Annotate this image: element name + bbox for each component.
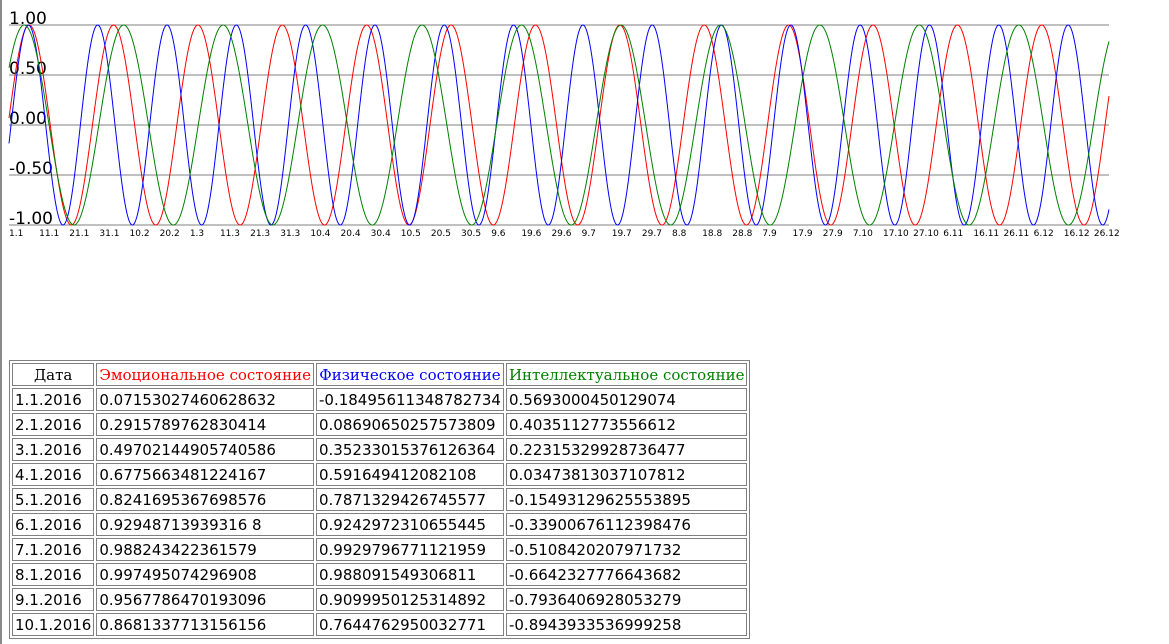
- x-tick-label: 21.3: [250, 229, 270, 239]
- table-row: 7.1.2016 0.988243422361579 0.9929796771121…: [12, 538, 748, 561]
- x-tick-label: 30.5: [461, 229, 481, 239]
- table-row: 2.1.2016 0.2915789762830414 0.086906502575…: [12, 413, 748, 436]
- x-tick-label: 20.2: [160, 229, 180, 239]
- header-intellectual: Интеллектуальное состояние: [505, 363, 748, 386]
- x-tick-label: 10.2: [130, 229, 150, 239]
- cell-date: 1.1.2016: [12, 388, 95, 411]
- x-tick-label: 18.8: [702, 229, 722, 239]
- cell-date: 5.1.2016: [12, 488, 95, 511]
- x-tick-label: 31.1: [99, 229, 119, 239]
- x-tick-label: 28.8: [732, 229, 752, 239]
- y-tick-label: 0.00: [9, 109, 47, 129]
- table-row: 3.1.2016 0.49702144905740586 0.35233015376…: [12, 438, 748, 461]
- x-tick-label: 6.12: [1034, 229, 1054, 239]
- cell-intellectual: -0.5108420207971732: [505, 538, 748, 561]
- x-tick-label: 9.7: [582, 229, 596, 239]
- x-tick-label: 10.4: [310, 229, 330, 239]
- cell-date: 9.1.2016: [12, 588, 95, 611]
- cell-physical: 0.08690650257573809: [316, 413, 504, 436]
- x-tick-label: 16.11: [973, 229, 999, 239]
- cell-intellectual: 0.4035112773556612: [505, 413, 748, 436]
- cell-physical: 0.7871329426745577: [316, 488, 504, 511]
- y-tick-label: -1.00: [9, 209, 53, 229]
- cell-date: 8.1.2016: [12, 563, 95, 586]
- x-tick-label: 11.1: [39, 229, 59, 239]
- x-tick-label: 7.10: [853, 229, 873, 239]
- x-tick-label: 30.4: [371, 229, 391, 239]
- x-tick-label: 20.4: [341, 229, 361, 239]
- x-tick-label: 20.5: [431, 229, 451, 239]
- cell-emotional: 0.8241695367698576: [96, 488, 314, 511]
- cell-date: 7.1.2016: [12, 538, 95, 561]
- cell-intellectual: -0.6642327776643682: [505, 563, 748, 586]
- x-tick-label: 27.9: [823, 229, 843, 239]
- table-row: 8.1.2016 0.997495074296908 0.9880915493068…: [12, 563, 748, 586]
- table-row: 1.1.2016 0.07153027460628632 -0.1849561134…: [12, 388, 748, 411]
- cell-emotional: 0.988243422361579: [96, 538, 314, 561]
- x-tick-label: 10.5: [401, 229, 421, 239]
- cell-emotional: 0.07153027460628632: [96, 388, 314, 411]
- x-tick-label: 29.6: [551, 229, 571, 239]
- cell-emotional: 0.8681337713156156: [96, 613, 314, 636]
- header-date: Дата: [12, 363, 95, 386]
- table-header-row: Дата Эмоциональное состояние Физическое …: [12, 363, 748, 386]
- x-tick-label: 29.7: [642, 229, 662, 239]
- x-tick-label: 16.12: [1064, 229, 1090, 239]
- cell-emotional: 0.49702144905740586: [96, 438, 314, 461]
- cell-date: 10.1.2016: [12, 613, 95, 636]
- x-tick-label: 9.6: [491, 229, 506, 239]
- cell-intellectual: 0.22315329928736477: [505, 438, 748, 461]
- cell-physical: 0.591649412082108: [316, 463, 504, 486]
- cell-intellectual: -0.7936406928053279: [505, 588, 748, 611]
- table-row: 9.1.2016 0.9567786470193096 0.909995012531…: [12, 588, 748, 611]
- x-tick-label: 19.7: [612, 229, 632, 239]
- cell-intellectual: -0.8943933536999258: [505, 613, 748, 636]
- cell-intellectual: 0.5693000450129074: [505, 388, 748, 411]
- header-emotional: Эмоциональное состояние: [96, 363, 314, 386]
- cell-emotional: 0.2915789762830414: [96, 413, 314, 436]
- x-tick-label: 8.8: [672, 229, 687, 239]
- x-tick-label: 26.11: [1004, 229, 1030, 239]
- cell-intellectual: -0.15493129625553895: [505, 488, 748, 511]
- cell-intellectual: 0.03473813037107812: [505, 463, 748, 486]
- table-row: 10.1.2016 0.8681337713156156 0.76447629500…: [12, 613, 748, 636]
- biorhythm-chart: 1.000.500.00-0.50-1.001.1 11.1 21.1 31.1 10.…: [8, 9, 1120, 239]
- table-row: 6.1.2016 0.92948713939316 8 0.924297231065…: [12, 513, 748, 536]
- cell-emotional: 0.997495074296908: [96, 563, 314, 586]
- cell-date: 2.1.2016: [12, 413, 95, 436]
- cell-physical: 0.9099950125314892: [316, 588, 504, 611]
- cell-date: 4.1.2016: [12, 463, 95, 486]
- biorhythm-table: Дата Эмоциональное состояние Физическое …: [9, 360, 751, 639]
- x-tick-label: 31.3: [280, 229, 300, 239]
- x-tick-label: 6.11: [943, 229, 963, 239]
- cell-physical: 0.9242972310655445: [316, 513, 504, 536]
- cell-emotional: 0.92948713939316 8: [96, 513, 314, 536]
- x-tick-label: 19.6: [521, 229, 541, 239]
- cell-emotional: 0.9567786470193096: [96, 588, 314, 611]
- cell-emotional: 0.6775663481224167: [96, 463, 314, 486]
- x-tick-label: 21.1: [69, 229, 89, 239]
- y-tick-label: -0.50: [9, 159, 53, 179]
- x-tick-label: 17.10: [883, 229, 909, 239]
- cell-physical: 0.9929796771121959: [316, 538, 504, 561]
- header-physical: Физическое состояние: [316, 363, 504, 386]
- cell-intellectual: -0.33900676112398476: [505, 513, 748, 536]
- table-row: 5.1.2016 0.8241695367698576 0.787132942674…: [12, 488, 748, 511]
- cell-date: 3.1.2016: [12, 438, 95, 461]
- cell-physical: 0.988091549306811: [316, 563, 504, 586]
- cell-date: 6.1.2016: [12, 513, 95, 536]
- x-tick-label: 11.3: [220, 229, 240, 239]
- cell-physical: 0.35233015376126364: [316, 438, 504, 461]
- x-tick-label: 1.3: [190, 229, 204, 239]
- x-tick-label: 27.10: [913, 229, 939, 239]
- x-tick-label: 1.1: [9, 229, 23, 239]
- x-tick-label: 17.9: [793, 229, 813, 239]
- table-row: 4.1.2016 0.6775663481224167 0.591649412082…: [12, 463, 748, 486]
- cell-physical: -0.18495611348782734: [316, 388, 504, 411]
- cell-physical: 0.7644762950032771: [316, 613, 504, 636]
- x-tick-label: 7.9: [762, 229, 777, 239]
- x-tick-label: 26.12: [1094, 229, 1120, 239]
